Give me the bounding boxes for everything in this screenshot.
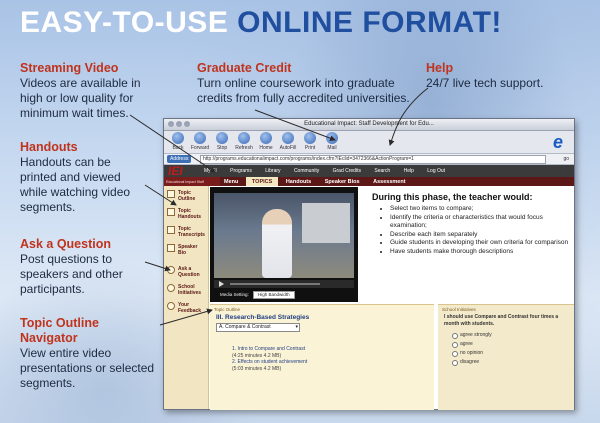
callout-arrows [129,87,429,326]
arrow-handouts [144,184,177,206]
arrow-streaming [129,114,216,173]
arrow-graduate [254,109,336,142]
arrow-help [388,87,429,146]
arrow-ask [144,261,171,272]
arrow-outline [159,308,213,326]
